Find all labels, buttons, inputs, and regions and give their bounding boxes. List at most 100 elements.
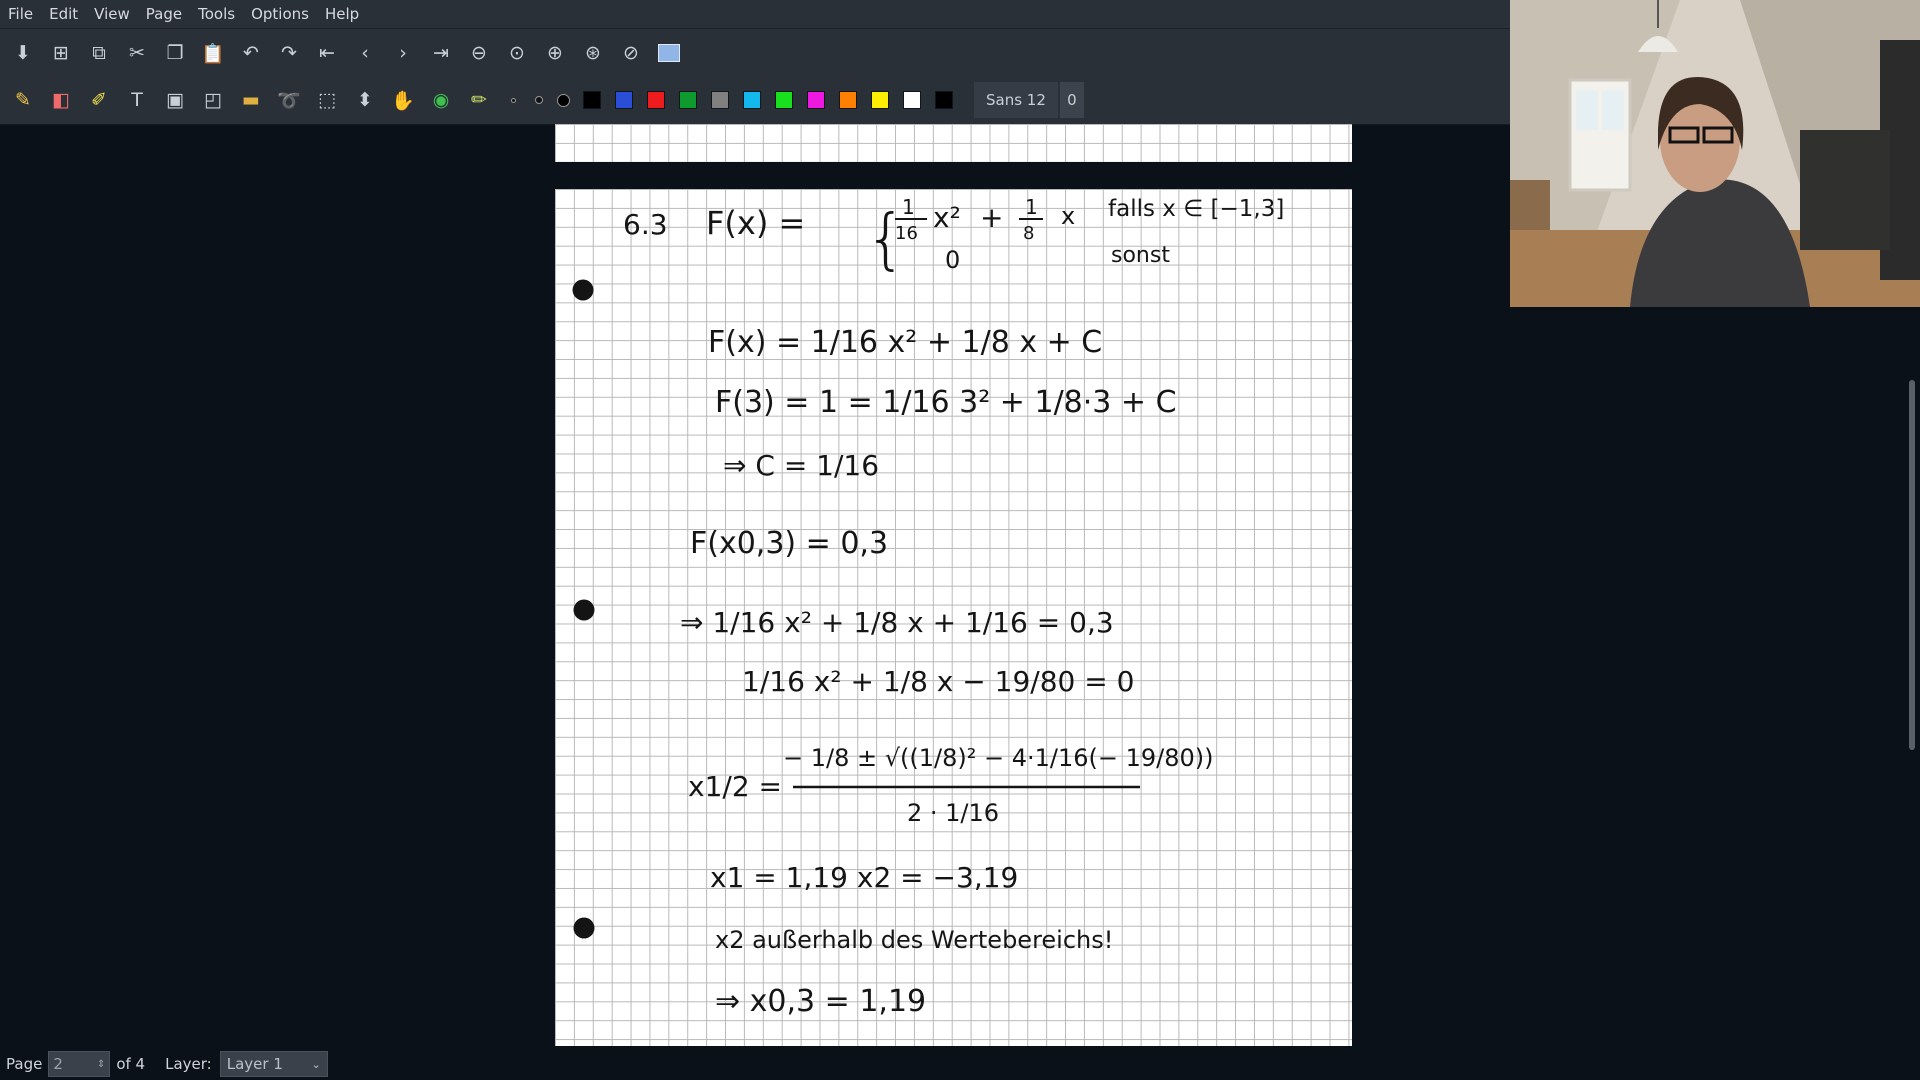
shape-recognizer-icon[interactable]: ◉ <box>422 81 460 119</box>
page-number-value: 2 <box>53 1055 63 1073</box>
bullet-dot <box>573 599 595 621</box>
last-page-icon[interactable]: ⇥ <box>422 34 460 72</box>
plus-sign: + <box>980 201 1003 234</box>
ruler-icon[interactable]: ▬ <box>232 81 270 119</box>
task-number: 6.3 <box>623 208 668 241</box>
default-tool-icon[interactable]: ✏ <box>460 81 498 119</box>
highlighter-icon[interactable]: ✐ <box>80 81 118 119</box>
status-bar: Page 2 ⇕ of 4 Layer: Layer 1 ⌄ <box>0 1048 340 1080</box>
frac-num: 1 <box>1025 195 1038 219</box>
condition-1: falls x ∈ [−1,3] <box>1108 196 1284 222</box>
font-selector[interactable]: Sans 12 <box>974 82 1058 118</box>
color-swatch[interactable] <box>583 91 601 109</box>
text-icon[interactable]: T <box>118 81 156 119</box>
zoom-width-icon[interactable]: ⊘ <box>612 34 650 72</box>
frac-num: 1 <box>902 195 915 219</box>
zoom-out-icon[interactable]: ⊖ <box>460 34 498 72</box>
line-f3: F(3) = 1 = 1/16 3² + 1/8·3 + C <box>715 385 1177 420</box>
vertical-scrollbar[interactable] <box>1909 380 1915 750</box>
zoom-fit-icon[interactable]: ⊙ <box>498 34 536 72</box>
line-equation: ⇒ 1/16 x² + 1/8 x + 1/16 = 0,3 <box>680 606 1114 639</box>
zero-case: 0 <box>945 246 960 274</box>
cut-icon[interactable]: ✂ <box>118 34 156 72</box>
eraser-icon[interactable]: ◧ <box>42 81 80 119</box>
color-swatch[interactable] <box>839 91 857 109</box>
menu-options[interactable]: Options <box>243 5 317 23</box>
copy-page-icon[interactable]: ⧉ <box>80 34 118 72</box>
medium-pen-size-icon[interactable] <box>528 81 550 119</box>
thick-pen-size-icon[interactable] <box>550 81 576 119</box>
prev-page-icon[interactable]: ‹ <box>346 34 384 72</box>
spinner-arrows-icon[interactable]: ⇕ <box>97 1059 105 1070</box>
bullet-dot <box>572 279 594 301</box>
bullet-dot <box>573 917 595 939</box>
zoom-100-icon[interactable]: ⊛ <box>574 34 612 72</box>
rect-select-icon[interactable]: ⬚ <box>308 81 346 119</box>
zoom-in-icon[interactable]: ⊕ <box>536 34 574 72</box>
solution-lhs: x1/2 = <box>688 770 782 803</box>
lasso-icon[interactable]: ➰ <box>270 81 308 119</box>
color-palette <box>576 91 960 109</box>
page-number-spinner[interactable]: 2 ⇕ <box>48 1051 111 1077</box>
color-swatch[interactable] <box>647 91 665 109</box>
hand-icon[interactable]: ✋ <box>384 81 422 119</box>
handwriting-layer: 6.3 F(x) = { 1 16 x² + 1 8 x falls x ∈ [… <box>572 195 1284 1019</box>
line-constant: ⇒ C = 1/16 <box>723 449 879 482</box>
layer-label: Layer: <box>165 1055 212 1073</box>
previous-page-sheet <box>555 124 1352 162</box>
chevron-down-icon: ⌄ <box>311 1057 321 1071</box>
shape-icon[interactable]: ◰ <box>194 81 232 119</box>
condition-2: sonst <box>1111 243 1170 268</box>
menu-file[interactable]: File <box>0 5 41 23</box>
thin-pen-size-icon[interactable] <box>498 81 528 119</box>
line-roots: x1 = 1,19 x2 = −3,19 <box>710 861 1018 894</box>
first-page-icon[interactable]: ⇤ <box>308 34 346 72</box>
color-swatch[interactable] <box>903 91 921 109</box>
color-swatch[interactable] <box>935 91 953 109</box>
solution-denominator: 2 · 1/16 <box>907 799 999 827</box>
menu-bar: File Edit View Page Tools Options Help <box>0 0 1510 28</box>
layer-value: Layer 1 <box>226 1055 283 1073</box>
paste-icon[interactable]: 📋 <box>194 34 232 72</box>
term-x2: x² <box>933 201 961 234</box>
menu-edit[interactable]: Edit <box>41 5 86 23</box>
color-swatch[interactable] <box>743 91 761 109</box>
definition-lhs: F(x) = <box>706 204 805 242</box>
vertical-space-icon[interactable]: ⬍ <box>346 81 384 119</box>
webcam-overlay <box>1510 0 1920 307</box>
menu-tools[interactable]: Tools <box>190 5 243 23</box>
color-swatch[interactable] <box>615 91 633 109</box>
undo-icon[interactable]: ↶ <box>232 34 270 72</box>
solution-numerator: − 1/8 ± √((1/8)² − 4·1/16(− 19/80)) <box>783 744 1214 772</box>
menu-help[interactable]: Help <box>317 5 367 23</box>
layer-dropdown[interactable]: Layer 1 ⌄ <box>219 1051 328 1077</box>
next-page-icon[interactable]: › <box>384 34 422 72</box>
pen-icon[interactable]: ✎ <box>4 81 42 119</box>
menu-page[interactable]: Page <box>138 5 190 23</box>
color-swatch[interactable] <box>871 91 889 109</box>
fullscreen-icon[interactable] <box>650 34 688 72</box>
line-quadratic: 1/16 x² + 1/8 x − 19/80 = 0 <box>742 665 1134 698</box>
menu-view[interactable]: View <box>86 5 138 23</box>
color-swatch[interactable] <box>711 91 729 109</box>
save-icon[interactable]: ⬇ <box>4 34 42 72</box>
frac-den: 16 <box>895 223 918 244</box>
line-antiderivative: F(x) = 1/16 x² + 1/8 x + C <box>708 325 1102 360</box>
page-count: of 4 <box>116 1055 146 1073</box>
tool-toolbar: ✎ ◧ ✐ T ▣ ◰ ▬ ➰ ⬚ ⬍ ✋ ◉ ✏ Sans 12 0 <box>0 76 1510 125</box>
line-outside-range: x2 außerhalb des Wertebereichs! <box>715 926 1113 954</box>
page-label: Page <box>6 1055 43 1073</box>
font-size-field[interactable]: 0 <box>1059 82 1084 118</box>
copy-icon[interactable]: ❐ <box>156 34 194 72</box>
main-toolbar: ⬇ ⊞ ⧉ ✂ ❐ 📋 ↶ ↷ ⇤ ‹ › ⇥ ⊖ ⊙ ⊕ ⊛ ⊘ <box>0 28 1510 77</box>
new-page-icon[interactable]: ⊞ <box>42 34 80 72</box>
color-swatch[interactable] <box>807 91 825 109</box>
image-icon[interactable]: ▣ <box>156 81 194 119</box>
line-quantile-def: F(x0,3) = 0,3 <box>690 526 888 561</box>
line-result: ⇒ x0,3 = 1,19 <box>715 984 926 1019</box>
term-x: x <box>1061 202 1075 230</box>
notebook-page: 6.3 F(x) = { 1 16 x² + 1 8 x falls x ∈ [… <box>555 189 1352 1046</box>
color-swatch[interactable] <box>679 91 697 109</box>
color-swatch[interactable] <box>775 91 793 109</box>
redo-icon[interactable]: ↷ <box>270 34 308 72</box>
